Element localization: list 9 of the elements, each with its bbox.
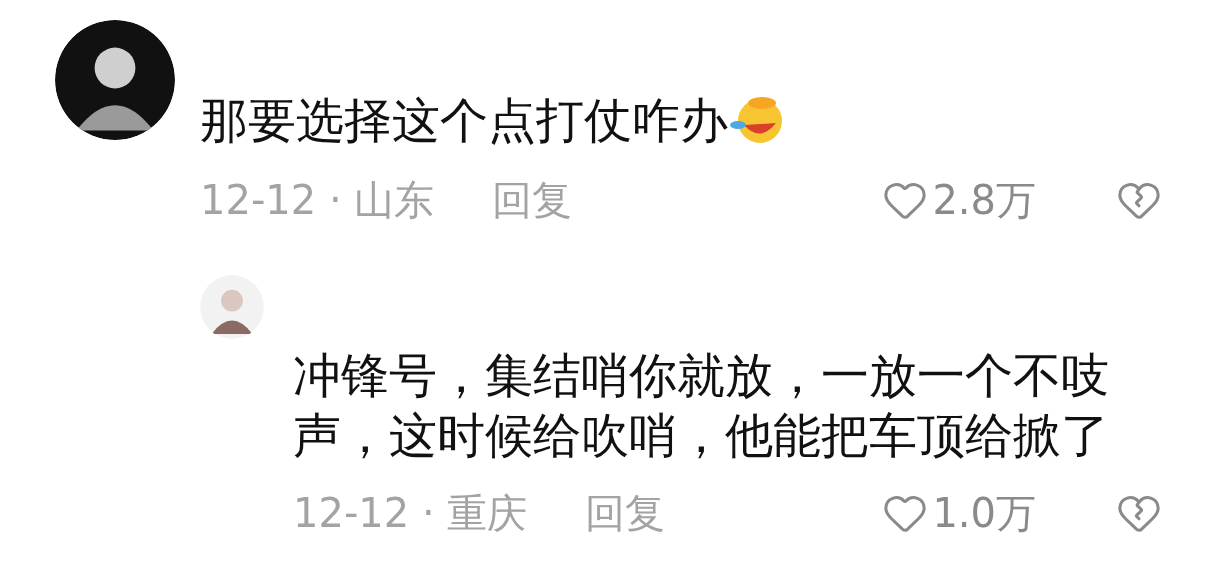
- avatar[interactable]: [55, 20, 175, 140]
- reply-text: 冲锋号，集结哨你就放，一放一个不吱声，这时候给吹哨，他能把车顶给掀了: [293, 346, 1110, 465]
- comment-date-location: 12-12 · 山东: [200, 176, 435, 225]
- like-count: 2.8万: [932, 176, 1036, 225]
- reply-link[interactable]: 回复: [585, 483, 666, 543]
- comment-text: 那要选择这个点打仗咋办: [200, 92, 728, 148]
- reply-link[interactable]: 回复: [492, 170, 573, 230]
- comment-date-location: 12-12 · 重庆: [293, 489, 528, 538]
- like-count: 1.0万: [932, 489, 1036, 538]
